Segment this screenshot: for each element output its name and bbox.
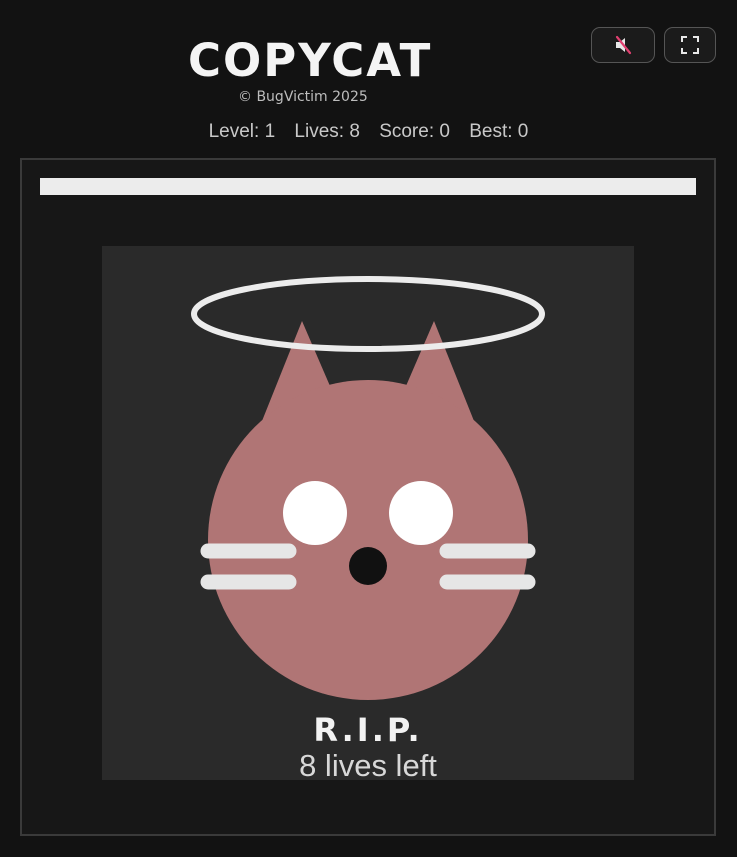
cat-left-eye (283, 481, 347, 545)
cat-stage[interactable]: R.I.P. 8 lives left (102, 246, 634, 783)
cat-right-eye (389, 481, 453, 545)
fullscreen-button[interactable] (664, 27, 716, 63)
cat-nose (349, 547, 387, 585)
fullscreen-icon (681, 36, 699, 54)
mute-button[interactable] (591, 27, 655, 63)
rip-title: R.I.P. (313, 711, 423, 749)
cat-head (208, 380, 528, 700)
lives-stat: Lives: 8 (294, 121, 360, 142)
score-stat: Score: 0 (379, 121, 450, 142)
lives-left-text: 8 lives left (299, 748, 437, 783)
level-stat: Level: 1 (208, 121, 276, 142)
speaker-muted-icon (615, 35, 632, 55)
timer-fill (40, 178, 696, 195)
game-page: COPYCAT © BugVictim 2025 Level: 1 Lives:… (0, 0, 737, 857)
copyright-text: © BugVictim 2025 (238, 89, 368, 105)
best-stat: Best: 0 (469, 121, 529, 142)
game-title: COPYCAT (188, 34, 433, 87)
timer-bar (40, 178, 696, 195)
dead-cat-icon (191, 276, 545, 700)
halo-icon (191, 276, 545, 352)
stats-bar: Level: 1 Lives: 8 Score: 0 Best: 0 (0, 121, 737, 143)
